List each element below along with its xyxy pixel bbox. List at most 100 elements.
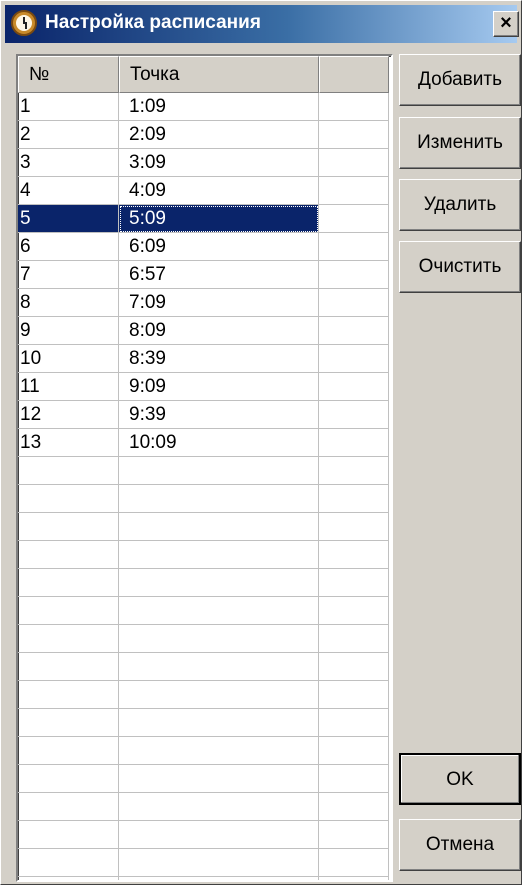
cell-extra[interactable] (319, 821, 389, 849)
cell-point[interactable] (119, 849, 319, 877)
cell-number[interactable] (18, 681, 119, 709)
cell-extra[interactable] (319, 737, 389, 765)
cell-point[interactable] (119, 457, 319, 485)
table-row[interactable]: 12 9:39 (18, 401, 391, 429)
table-row[interactable] (18, 569, 391, 597)
cell-point[interactable]: 5:09 (119, 205, 319, 233)
cell-point[interactable] (119, 485, 319, 513)
table-row[interactable] (18, 793, 391, 821)
cell-extra[interactable] (319, 457, 389, 485)
cell-extra[interactable] (319, 793, 389, 821)
cell-number[interactable] (18, 821, 119, 849)
cell-number[interactable] (18, 877, 119, 880)
cell-extra[interactable] (319, 317, 389, 345)
cell-extra[interactable] (319, 877, 389, 880)
cell-number[interactable] (18, 513, 119, 541)
schedule-grid[interactable]: № Точка 1 1:09 2 2:09 3 3:09 4 4:09 5 5:09 6 6:09 7 6… (16, 54, 393, 882)
cell-point[interactable] (119, 709, 319, 737)
column-header-number[interactable]: № (18, 56, 119, 93)
cell-point[interactable]: 3:09 (119, 149, 319, 177)
cell-point[interactable] (119, 541, 319, 569)
table-row[interactable] (18, 625, 391, 653)
table-row[interactable] (18, 485, 391, 513)
cell-point[interactable] (119, 597, 319, 625)
cell-extra[interactable] (319, 513, 389, 541)
cell-point[interactable]: 4:09 (119, 177, 319, 205)
cell-extra[interactable] (319, 681, 389, 709)
cell-number[interactable] (18, 709, 119, 737)
cell-number[interactable]: 10 (18, 345, 119, 373)
cell-extra[interactable] (319, 93, 389, 121)
cell-point[interactable] (119, 793, 319, 821)
cell-number[interactable]: 3 (18, 149, 119, 177)
cell-point[interactable]: 9:09 (119, 373, 319, 401)
cell-number[interactable]: 9 (18, 317, 119, 345)
cell-extra[interactable] (319, 149, 389, 177)
close-button[interactable]: × (493, 11, 519, 37)
column-header-extra[interactable] (319, 56, 389, 93)
cell-number[interactable]: 7 (18, 261, 119, 289)
cell-number[interactable]: 6 (18, 233, 119, 261)
add-button[interactable]: Добавить (399, 54, 521, 106)
cell-number[interactable] (18, 597, 119, 625)
table-row[interactable] (18, 709, 391, 737)
ok-button[interactable]: OK (399, 753, 521, 805)
cell-point[interactable] (119, 681, 319, 709)
table-row[interactable]: 9 8:09 (18, 317, 391, 345)
cell-point[interactable]: 1:09 (119, 93, 319, 121)
cell-number[interactable] (18, 569, 119, 597)
table-row[interactable]: 7 6:57 (18, 261, 391, 289)
table-row[interactable] (18, 737, 391, 765)
cell-number[interactable]: 2 (18, 121, 119, 149)
table-row[interactable]: 5 5:09 (18, 205, 391, 233)
column-header-point[interactable]: Точка (119, 56, 319, 93)
edit-button[interactable]: Изменить (399, 117, 521, 169)
table-row[interactable]: 13 10:09 (18, 429, 391, 457)
cell-point[interactable]: 10:09 (119, 429, 319, 457)
table-row[interactable]: 6 6:09 (18, 233, 391, 261)
cell-extra[interactable] (319, 709, 389, 737)
cell-number[interactable]: 13 (18, 429, 119, 457)
cell-point[interactable] (119, 625, 319, 653)
table-row[interactable]: 2 2:09 (18, 121, 391, 149)
cell-number[interactable] (18, 457, 119, 485)
delete-button[interactable]: Удалить (399, 179, 521, 231)
cell-extra[interactable] (319, 289, 389, 317)
cell-extra[interactable] (319, 373, 389, 401)
cell-point[interactable] (119, 513, 319, 541)
cell-point[interactable]: 6:09 (119, 233, 319, 261)
table-row[interactable] (18, 597, 391, 625)
cell-extra[interactable] (319, 485, 389, 513)
cell-extra[interactable] (319, 653, 389, 681)
cell-extra[interactable] (319, 401, 389, 429)
cell-extra[interactable] (319, 625, 389, 653)
cell-point[interactable]: 8:09 (119, 317, 319, 345)
cell-point[interactable] (119, 821, 319, 849)
cancel-button[interactable]: Отмена (399, 819, 521, 871)
cell-extra[interactable] (319, 261, 389, 289)
cell-extra[interactable] (319, 765, 389, 793)
cell-extra[interactable] (319, 569, 389, 597)
title-bar[interactable]: Настройка расписания × (5, 5, 519, 43)
table-row[interactable] (18, 821, 391, 849)
cell-number[interactable]: 12 (18, 401, 119, 429)
cell-extra[interactable] (319, 541, 389, 569)
cell-extra[interactable] (319, 849, 389, 877)
cell-number[interactable]: 5 (18, 205, 119, 233)
cell-number[interactable] (18, 653, 119, 681)
cell-extra[interactable] (319, 345, 389, 373)
cell-point[interactable] (119, 765, 319, 793)
cell-number[interactable]: 8 (18, 289, 119, 317)
table-row[interactable] (18, 541, 391, 569)
cell-number[interactable] (18, 849, 119, 877)
cell-point[interactable] (119, 653, 319, 681)
cell-number[interactable] (18, 541, 119, 569)
table-row[interactable] (18, 765, 391, 793)
cell-extra[interactable] (319, 121, 389, 149)
cell-point[interactable]: 6:57 (119, 261, 319, 289)
cell-point[interactable]: 9:39 (119, 401, 319, 429)
cell-number[interactable] (18, 765, 119, 793)
cell-extra[interactable] (319, 597, 389, 625)
cell-number[interactable] (18, 793, 119, 821)
table-row[interactable]: 4 4:09 (18, 177, 391, 205)
